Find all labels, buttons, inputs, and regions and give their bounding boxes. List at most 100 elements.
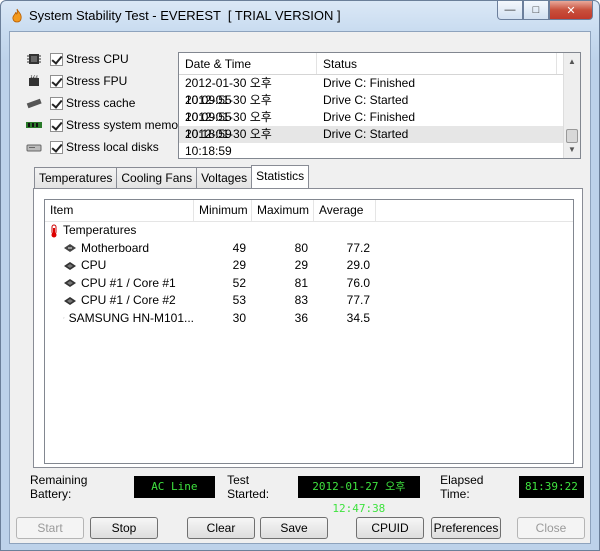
disk-icon bbox=[26, 144, 42, 152]
elapsed-time-label: Elapsed Time: bbox=[440, 473, 484, 501]
svg-text:123: 123 bbox=[30, 75, 38, 79]
status-bar: Remaining Battery: AC Line Test Started:… bbox=[18, 472, 584, 515]
log-scrollbar[interactable]: ▲ ▼ bbox=[563, 53, 580, 158]
stress-cache-option[interactable]: Stress cache bbox=[26, 92, 188, 114]
button-row: Start Stop Clear Save CPUID Preferences … bbox=[16, 517, 586, 539]
log-row[interactable]: 2012-01-30 오후 10:09:55 Drive C: Finished bbox=[179, 75, 580, 107]
statistics-panel: Item Minimum Maximum Average Temperature… bbox=[33, 188, 583, 468]
thermometer-icon bbox=[51, 224, 57, 238]
stress-disks-label: Stress local disks bbox=[66, 140, 159, 154]
scroll-up-icon[interactable]: ▲ bbox=[564, 53, 580, 70]
row-avg: 77.7 bbox=[346, 293, 370, 307]
row-max: 80 bbox=[294, 240, 308, 255]
stress-fpu-option[interactable]: 123 Stress FPU bbox=[26, 70, 188, 92]
row-max: 36 bbox=[294, 310, 308, 325]
table-row[interactable]: CPU #1 / Core #2 53 83 77.7 bbox=[45, 292, 573, 310]
cpu-chip-icon bbox=[64, 261, 76, 270]
tab-temperatures[interactable]: Temperatures bbox=[34, 167, 118, 188]
row-min: 52 bbox=[232, 275, 246, 290]
client-area: Stress CPU 123 Stress FPU Stress cache S… bbox=[9, 31, 591, 544]
row-min: 53 bbox=[232, 293, 246, 307]
col-maximum[interactable]: Maximum bbox=[252, 200, 314, 221]
row-avg: 76.0 bbox=[346, 275, 370, 290]
row-item: Motherboard bbox=[81, 240, 150, 255]
row-item: CPU #1 / Core #2 bbox=[81, 293, 176, 308]
row-avg: 34.5 bbox=[346, 310, 370, 325]
statistics-header: Item Minimum Maximum Average bbox=[45, 200, 573, 222]
log-row[interactable]: 2012-01-30 오후 10:09:55 Drive C: Started bbox=[179, 92, 580, 124]
stress-fpu-label: Stress FPU bbox=[66, 74, 128, 88]
log-header: Date & Time Status bbox=[179, 53, 580, 75]
fpu-icon: 123 bbox=[29, 75, 39, 86]
start-button[interactable]: Start bbox=[16, 517, 84, 539]
log-row[interactable]: 2012-01-30 오후 10:18:59 Drive C: Finished bbox=[179, 109, 580, 141]
scroll-down-icon[interactable]: ▼ bbox=[564, 141, 580, 158]
row-item: CPU #1 / Core #1 bbox=[81, 275, 176, 290]
window-title: System Stability Test - EVEREST [ TRIAL … bbox=[29, 8, 341, 23]
close-button[interactable]: Close bbox=[517, 517, 585, 539]
save-button[interactable]: Save bbox=[260, 517, 328, 539]
stop-button[interactable]: Stop bbox=[90, 517, 158, 539]
motherboard-icon bbox=[64, 244, 76, 253]
title-bar[interactable]: System Stability Test - EVEREST [ TRIAL … bbox=[1, 1, 599, 31]
minimize-button[interactable]: — bbox=[497, 1, 523, 20]
elapsed-time-value: 81:39:22 bbox=[518, 476, 584, 498]
stress-memory-checkbox[interactable] bbox=[50, 118, 63, 132]
log-col-datetime[interactable]: Date & Time bbox=[179, 53, 317, 74]
clear-button[interactable]: Clear bbox=[187, 517, 255, 539]
row-max: 81 bbox=[294, 275, 308, 290]
row-min: 49 bbox=[232, 240, 246, 255]
log-time: 2012-01-30 오후 10:09:55 bbox=[185, 93, 272, 124]
log-status: Drive C: Finished bbox=[323, 76, 416, 90]
memory-icon bbox=[26, 122, 42, 128]
log-status: Drive C: Started bbox=[323, 127, 409, 141]
table-row[interactable]: CPU #1 / Core #1 52 81 76.0 bbox=[45, 275, 573, 293]
col-minimum[interactable]: Minimum bbox=[194, 200, 252, 221]
table-row[interactable]: SAMSUNG HN-M101... 30 36 34.5 bbox=[45, 310, 573, 328]
flame-app-icon bbox=[9, 8, 25, 24]
cpu-icon bbox=[27, 54, 41, 64]
stress-cpu-checkbox[interactable] bbox=[50, 52, 63, 66]
event-log-list[interactable]: Date & Time Status 2012-01-30 오후 10:09:5… bbox=[178, 52, 581, 159]
stress-disks-option[interactable]: Stress local disks bbox=[26, 136, 188, 158]
battery-label: Remaining Battery: bbox=[30, 473, 88, 501]
stress-fpu-checkbox[interactable] bbox=[50, 74, 63, 88]
statistics-table[interactable]: Item Minimum Maximum Average Temperature… bbox=[44, 199, 574, 464]
stress-cpu-label: Stress CPU bbox=[66, 52, 129, 66]
row-min: 29 bbox=[232, 258, 246, 272]
log-row[interactable]: 2012-01-30 오후 10:18:59 Drive C: Started bbox=[179, 126, 580, 158]
cpu-chip-icon bbox=[64, 296, 76, 305]
row-item: SAMSUNG HN-M101... bbox=[68, 310, 194, 325]
stress-cache-checkbox[interactable] bbox=[50, 96, 63, 110]
row-min: 30 bbox=[232, 310, 246, 325]
row-max: 29 bbox=[294, 258, 308, 272]
group-label: Temperatures bbox=[63, 223, 137, 238]
tab-voltages[interactable]: Voltages bbox=[196, 167, 253, 188]
tab-statistics[interactable]: Statistics bbox=[251, 165, 310, 188]
col-average[interactable]: Average bbox=[314, 200, 376, 221]
maximize-button[interactable]: □ bbox=[523, 1, 549, 20]
stress-memory-label: Stress system memory bbox=[66, 118, 189, 132]
stability-test-window: System Stability Test - EVEREST [ TRIAL … bbox=[0, 0, 600, 551]
preferences-button[interactable]: Preferences bbox=[431, 517, 501, 539]
stress-memory-option[interactable]: Stress system memory bbox=[26, 114, 188, 136]
stress-disks-checkbox[interactable] bbox=[50, 140, 63, 154]
row-avg: 29.0 bbox=[346, 258, 370, 272]
close-window-button[interactable]: ✕ bbox=[549, 1, 593, 20]
log-time: 2012-01-30 오후 10:18:59 bbox=[185, 110, 272, 141]
log-col-status[interactable]: Status bbox=[317, 53, 557, 74]
test-started-label: Test Started: bbox=[227, 473, 270, 501]
col-item[interactable]: Item bbox=[45, 200, 194, 221]
table-row[interactable]: CPU 29 29 29.0 bbox=[45, 257, 573, 275]
stress-cache-label: Stress cache bbox=[66, 96, 136, 110]
log-status: Drive C: Finished bbox=[323, 110, 416, 124]
group-row[interactable]: Temperatures bbox=[45, 222, 573, 240]
cpuid-button[interactable]: CPUID bbox=[356, 517, 424, 539]
stress-cpu-option[interactable]: Stress CPU bbox=[26, 48, 188, 70]
row-item: CPU bbox=[81, 258, 107, 273]
table-row[interactable]: Motherboard 49 80 77.2 bbox=[45, 240, 573, 258]
row-avg: 77.2 bbox=[346, 240, 370, 255]
cpu-chip-icon bbox=[64, 279, 76, 288]
log-time: 2012-01-30 오후 10:09:55 bbox=[185, 76, 272, 107]
tab-cooling-fans[interactable]: Cooling Fans bbox=[116, 167, 198, 188]
